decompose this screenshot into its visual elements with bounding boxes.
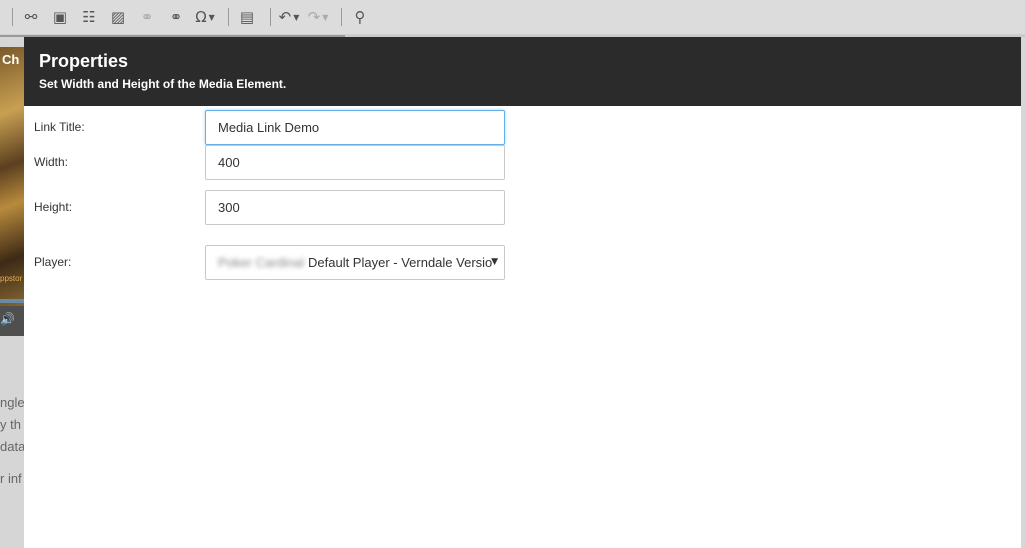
height-label: Height: — [34, 200, 73, 214]
width-label: Width: — [34, 155, 69, 169]
player-select-value: Default Player - Verndale Versio — [308, 255, 493, 270]
undo-button[interactable]: ↶ ▼ — [277, 6, 301, 28]
background-text-line: y th — [0, 417, 21, 432]
special-character-button[interactable]: Ω ▼ — [193, 6, 217, 28]
background-title: Ch — [2, 52, 20, 67]
link-title-input[interactable]: Media Link Demo — [205, 110, 505, 145]
insert-media-icon[interactable]: ▣ — [48, 6, 72, 28]
unlink-icon[interactable]: ⚭ — [164, 6, 188, 28]
chevron-down-icon: ▼ — [208, 12, 215, 22]
redo-button[interactable]: ↷ ▼ — [306, 6, 330, 28]
toolbar-separator — [270, 8, 271, 26]
background-text-line: ngle — [0, 395, 24, 410]
special-character-icon: Ω — [195, 8, 207, 26]
background-content: Ch ppstor 🔊 ngle y th data r inf — [0, 37, 24, 548]
background-right-edge — [1021, 37, 1025, 548]
paste-from-word-icon[interactable]: ▤ — [235, 6, 259, 28]
height-input[interactable]: 300 — [205, 190, 505, 225]
player-progress-bar — [0, 299, 24, 303]
speaker-icon: 🔊 — [0, 312, 15, 326]
width-row: Width: 400 — [34, 145, 514, 180]
dialog-title: Properties — [39, 51, 129, 71]
height-row: Height: 300 — [34, 190, 514, 225]
redo-icon: ↷ — [307, 8, 321, 26]
chevron-down-icon: ▼ — [322, 12, 329, 22]
player-select[interactable]: Poker Cardinal Default Player - Verndale… — [205, 245, 505, 280]
insert-link-icon[interactable]: ⚯ — [19, 6, 43, 28]
background-text-line: data — [0, 439, 24, 454]
editor-toolbar: ⚯ ▣ ☷ ▨ ⚭ ⚭ Ω ▼ ▤ ↶ ▼ ↷ ▼ ⚲ — [0, 0, 1025, 35]
background-text-line: r inf — [0, 471, 22, 486]
player-row: Player: Poker Cardinal Default Player - … — [34, 245, 514, 280]
background-caption: ppstor — [0, 274, 23, 283]
chevron-down-icon: ▼ — [491, 257, 498, 267]
chevron-down-icon: ▼ — [293, 12, 300, 22]
insert-table-icon[interactable]: ☷ — [77, 6, 101, 28]
link-title-row: Link Title: Media Link Demo — [34, 110, 514, 145]
width-input[interactable]: 400 — [205, 145, 505, 180]
background-image — [0, 47, 24, 309]
undo-icon: ↶ — [278, 8, 292, 26]
properties-dialog: Properties Set Width and Height of the M… — [24, 37, 1021, 548]
link-disabled-icon[interactable]: ⚭ — [135, 6, 159, 28]
toolbar-separator — [228, 8, 229, 26]
player-blurred-prefix: Poker Cardinal — [218, 255, 304, 270]
insert-image-icon[interactable]: ▨ — [106, 6, 130, 28]
toolbar-separator — [341, 8, 342, 26]
dialog-subtitle: Set Width and Height of the Media Elemen… — [39, 77, 287, 91]
find-icon[interactable]: ⚲ — [348, 6, 372, 28]
toolbar-separator — [12, 8, 13, 26]
dialog-header: Properties Set Width and Height of the M… — [24, 37, 1021, 106]
link-title-label: Link Title: — [34, 120, 85, 134]
player-label: Player: — [34, 255, 72, 269]
